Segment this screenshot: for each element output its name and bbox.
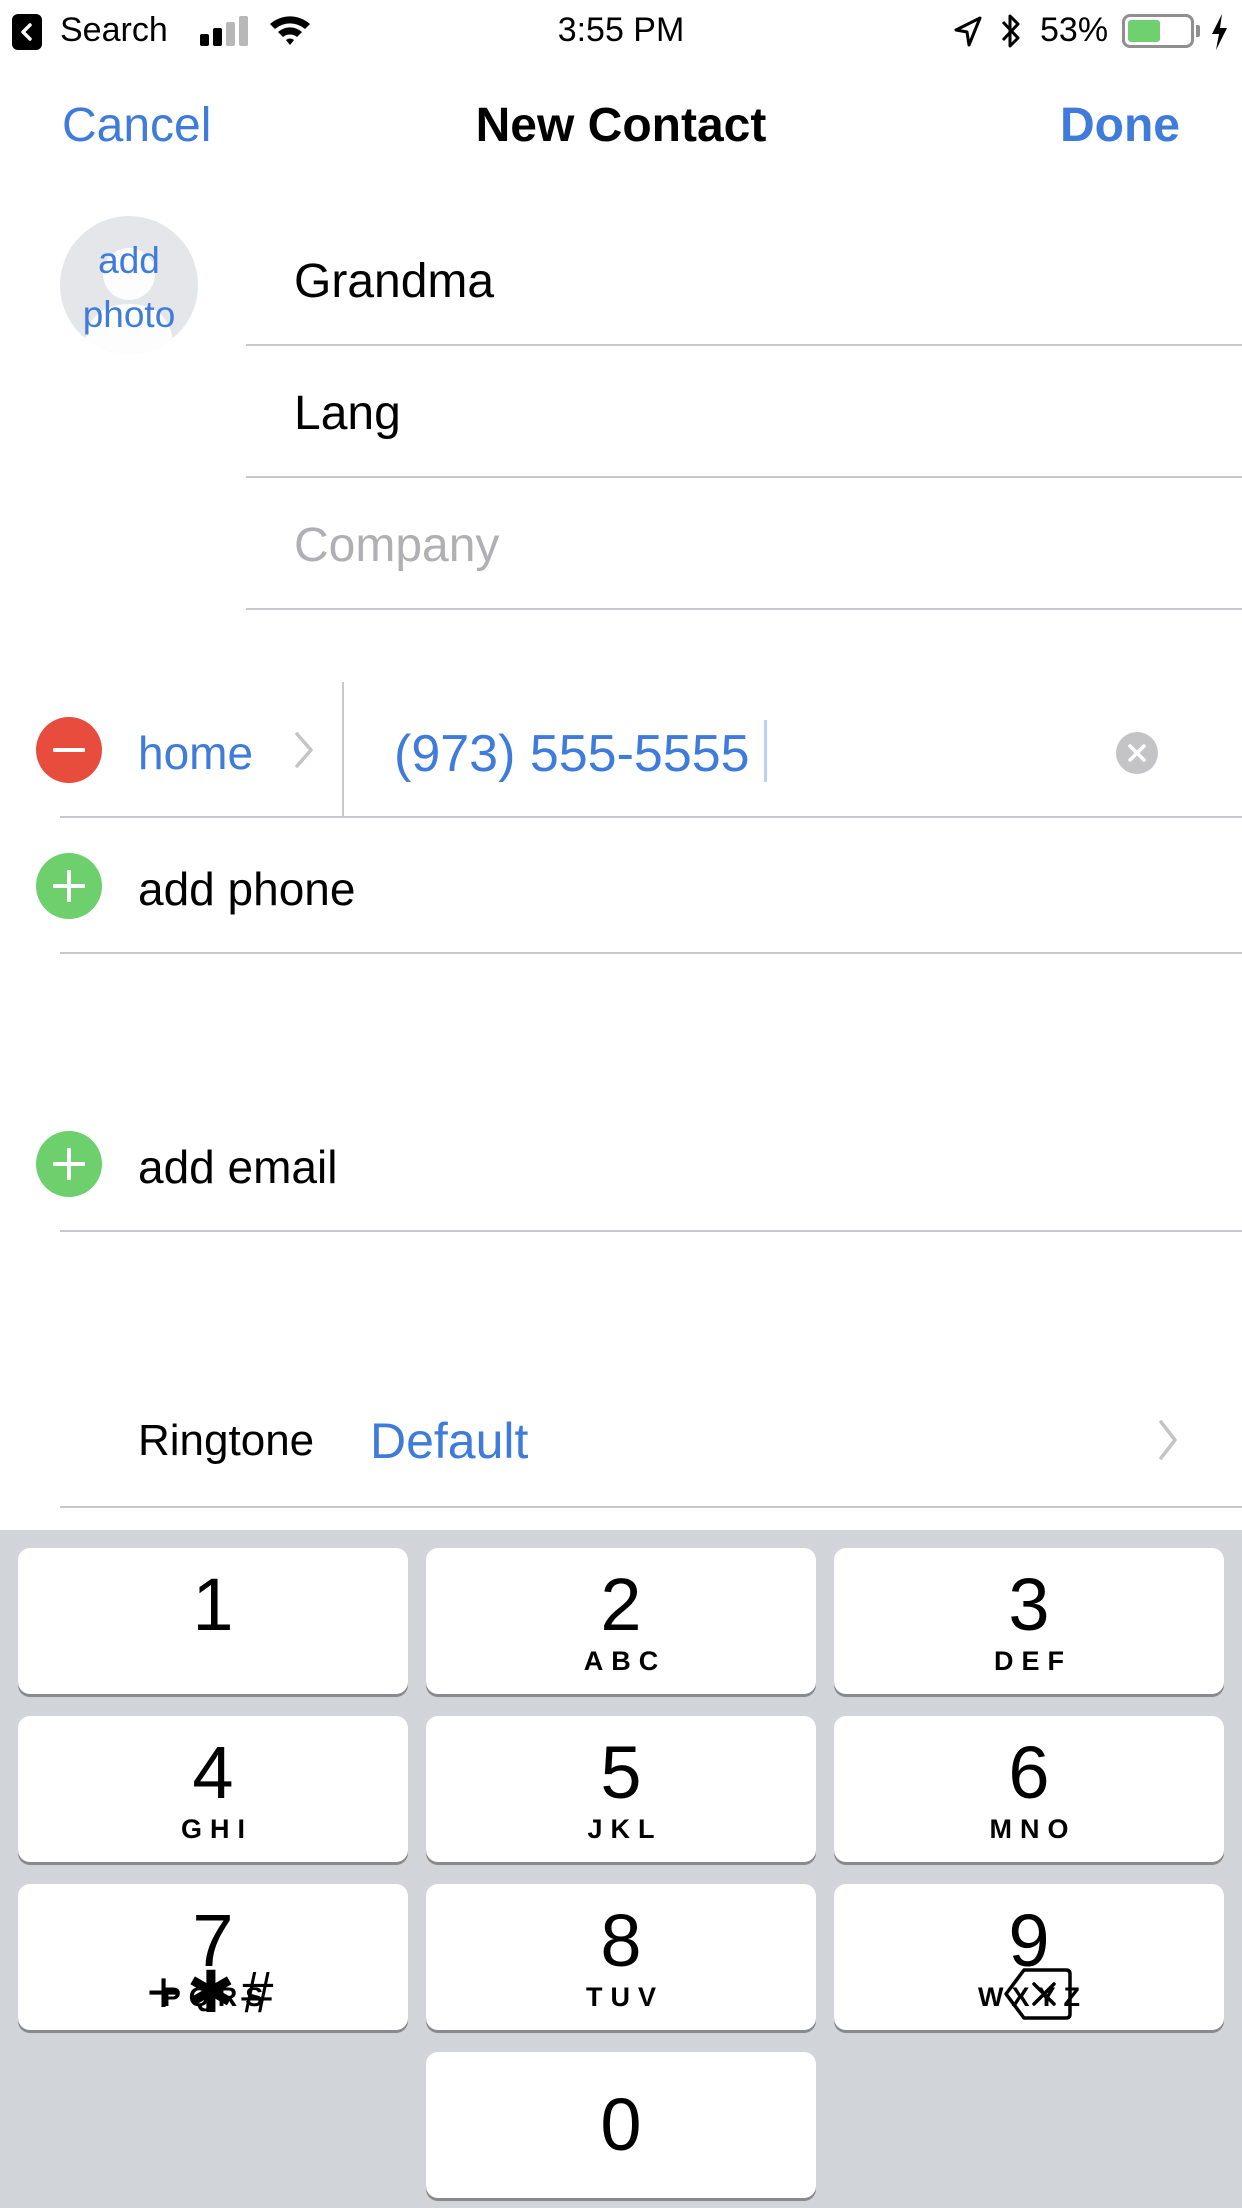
page-title: New Contact [475,99,767,152]
backspace-icon [1004,1968,1072,2020]
add-email-button[interactable] [36,1131,102,1197]
phone-number-input[interactable]: (973) 555-5555 [394,724,750,784]
add-photo-button[interactable]: add photo [60,216,198,354]
minus-icon [53,748,85,752]
key-digit: 0 [600,2083,642,2166]
chevron-right-icon [1159,1420,1177,1460]
key-digit: 2 [600,1563,642,1646]
symbols-key[interactable]: +✱# [18,1920,408,2066]
add-phone-row[interactable]: add phone [0,818,1242,954]
key-letters: MNO [989,1814,1077,1844]
ringtone-label: Ringtone [138,1416,315,1465]
battery-tip [1196,25,1200,37]
location-arrow-icon [954,16,982,47]
key-digit: 6 [1008,1731,1050,1814]
phone-label-selector[interactable]: home [138,726,253,780]
plus-icon [67,1148,71,1180]
close-icon [1128,744,1146,762]
add-email-row[interactable]: add email [0,1096,1242,1232]
remove-phone-button[interactable] [36,717,102,783]
battery-level [1128,20,1160,42]
clear-text-button[interactable] [1116,732,1158,774]
key-1[interactable]: 1 [18,1548,408,1694]
delete-key[interactable] [832,1920,1222,2066]
status-bar: Search 3:55 PM 53% [0,0,1242,62]
separator [60,952,1242,954]
battery-icon [1122,14,1194,48]
last-name-field[interactable]: Lang [246,346,1242,478]
add-phone-button[interactable] [36,853,102,919]
ringtone-value[interactable]: Default [370,1412,528,1470]
text-cursor [764,720,767,782]
key-8[interactable]: 8 TUV [426,1884,816,2030]
key-letters: JKL [587,1814,663,1844]
key-4[interactable]: 4 GHI [18,1716,408,1862]
company-placeholder[interactable]: Company [294,518,499,573]
separator [60,1230,1242,1232]
bluetooth-icon [1001,14,1020,48]
done-button[interactable]: Done [1060,98,1180,153]
navigation-bar: Cancel New Contact Done [0,62,1242,192]
key-5[interactable]: 5 JKL [426,1716,816,1862]
key-digit: 4 [192,1731,234,1814]
key-digit: 1 [192,1563,234,1646]
key-3[interactable]: 3 DEF [834,1548,1224,1694]
key-0[interactable]: 0 [426,2052,816,2198]
add-email-label[interactable]: add email [138,1140,337,1194]
separator [60,1506,1242,1508]
key-digit: 3 [1008,1563,1050,1646]
vertical-divider [342,682,344,818]
charging-bolt-icon [1212,14,1227,50]
key-letters: TUV [586,1982,664,2012]
add-photo-line1: add [98,240,160,281]
chevron-right-icon[interactable] [292,730,316,770]
ringtone-row[interactable]: Ringtone Default [0,1372,1242,1508]
key-letters: GHI [180,1814,253,1844]
add-phone-label[interactable]: add phone [138,862,355,916]
key-letters: ABC [583,1646,667,1676]
plus-icon [67,870,71,902]
key-6[interactable]: 6 MNO [834,1716,1224,1862]
add-photo-line2: photo [82,294,176,335]
battery-percent: 53% [1040,11,1109,49]
add-photo-label: add photo [60,234,198,342]
company-field[interactable]: Company [246,478,1242,610]
key-digit: 8 [600,1899,642,1982]
last-name-value[interactable]: Lang [294,386,401,441]
key-2[interactable]: 2 ABC [426,1548,816,1694]
first-name-field[interactable]: Grandma [246,214,1242,346]
key-letters: DEF [994,1646,1072,1676]
key-digit: 5 [600,1731,642,1814]
phone-row: home (973) 555-5555 [0,682,1242,818]
first-name-value[interactable]: Grandma [294,254,494,309]
